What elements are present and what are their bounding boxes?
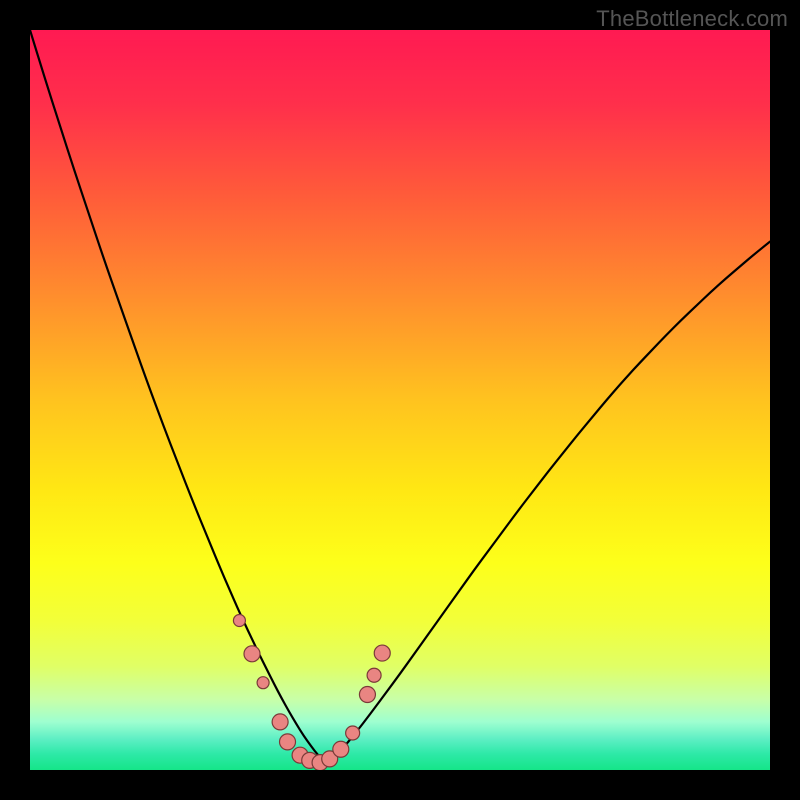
- data-point: [272, 714, 288, 730]
- data-point: [359, 687, 375, 703]
- data-point: [233, 615, 245, 627]
- chart-svg: [30, 30, 770, 770]
- chart-frame: TheBottleneck.com: [0, 0, 800, 800]
- data-point: [346, 726, 360, 740]
- watermark-label: TheBottleneck.com: [596, 6, 788, 32]
- data-point: [257, 677, 269, 689]
- data-point: [244, 646, 260, 662]
- gradient-background: [30, 30, 770, 770]
- data-point: [333, 741, 349, 757]
- data-point: [374, 645, 390, 661]
- plot-area: [30, 30, 770, 770]
- data-point: [367, 668, 381, 682]
- data-point: [280, 734, 296, 750]
